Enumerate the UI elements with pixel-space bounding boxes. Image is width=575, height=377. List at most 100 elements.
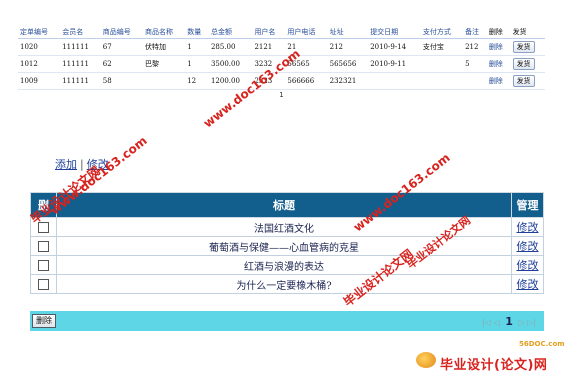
order-id: 1009 [18,72,61,90]
send-button[interactable]: 发货 [512,75,535,87]
row-checkbox[interactable] [38,221,49,233]
product-name: 伏特加 [142,38,186,56]
col-qty: 数量 [185,26,209,39]
total: 1200.00 [208,72,253,90]
user: 3232 [252,55,286,73]
edit-article-link[interactable]: 修改 [517,221,539,234]
delete-link[interactable]: 删除 [486,72,511,90]
select-cell [30,255,57,275]
articles-header-row: 删 标题 管理 [30,192,544,218]
note: 5 [463,55,487,73]
phone: 56565 [285,55,328,73]
date: 2010-9-11 [368,55,421,73]
articles-pager: |◁ ◁ 1 ▷ ▷| [482,315,536,328]
product-id: 62 [100,55,143,73]
table-row: 葡萄酒与保健——心血管病的克星 修改 [30,236,544,256]
article-title: 法国红酒文化 [56,217,512,237]
delete-link[interactable]: 删除 [486,55,511,73]
article-title: 红酒与浪漫的表达 [56,255,512,275]
table-row: 法国红酒文化 修改 [30,217,544,237]
prev-page-icon[interactable]: ◁ [494,318,500,327]
edit-article-link[interactable]: 修改 [517,240,539,253]
select-cell [30,236,57,256]
manage-cell: 修改 [511,255,544,275]
manage-cell: 修改 [511,274,544,294]
col-total: 总金额 [208,26,253,39]
orders-pager[interactable]: 1 [18,91,545,99]
product-id: 67 [100,38,143,56]
table-row: 为什么一定要橡木桶? 修改 [30,274,544,294]
first-page-icon[interactable]: |◁ [482,318,491,327]
delete-link[interactable]: 删除 [486,38,511,56]
orders-table: 定单编号 会员名 商品编号 商品名称 数量 总金额 用户名 用户电话 址址 提交… [18,26,545,90]
select-cell [30,217,57,237]
qty: 12 [185,72,209,90]
phone: 21 [285,38,328,56]
action-links: 添加 | 修改 [55,156,109,172]
date: 2010-9-14 [368,38,421,56]
article-title: 葡萄酒与保健——心血管病的克星 [56,236,512,256]
table-row: 1012 111111 62 巴黎 1 3500.00 3232 56565 5… [18,55,545,73]
col-send: 发货 [510,26,545,39]
next-page-icon[interactable]: ▷ [518,318,524,327]
member: 111111 [60,55,101,73]
col-delete: 删除 [486,26,511,39]
send-button[interactable]: 发货 [512,58,535,70]
payment: 支付宝 [420,38,464,56]
edit-article-link[interactable]: 修改 [517,278,539,291]
col-title: 标题 [56,192,512,218]
send-cell: 发货 [510,38,545,56]
col-user: 用户名 [252,26,286,39]
qty: 1 [185,38,209,56]
member: 111111 [60,72,101,90]
total: 3500.00 [208,55,253,73]
payment [420,55,464,73]
phone: 566666 [285,72,328,90]
logo-small-text: 56DOC.com [519,340,565,348]
user: 2121 [252,38,286,56]
col-member: 会员名 [60,26,101,39]
product-name [142,72,186,90]
logo-text: 毕业设计(论文)网 [440,358,548,373]
add-link[interactable]: 添加 [55,158,77,171]
address: 232321 [327,72,369,90]
col-select: 删 [30,192,57,218]
send-cell: 发货 [510,72,545,90]
delete-button[interactable]: 删除 [32,314,56,328]
col-note: 备注 [463,26,487,39]
articles-table: 删 标题 管理 法国红酒文化 修改 葡萄酒与保健——心血管病的克星 修改 红酒与… [30,192,544,294]
qty: 1 [185,55,209,73]
table-row: 红酒与浪漫的表达 修改 [30,255,544,275]
link-separator: | [80,158,84,171]
table-row: 1009 111111 58 12 1200.00 2323 566666 23… [18,72,545,90]
article-title: 为什么一定要橡木桶? [56,274,512,294]
current-page: 1 [505,315,513,328]
orders-header-row: 定单编号 会员名 商品编号 商品名称 数量 总金额 用户名 用户电话 址址 提交… [18,26,545,39]
note: 212 [463,38,487,56]
footer-bar: 删除 |◁ ◁ 1 ▷ ▷| [30,311,544,331]
order-id: 1012 [18,55,61,73]
user: 2323 [252,72,286,90]
logo-icon [416,352,436,368]
col-order-id: 定单编号 [18,26,61,39]
payment [420,72,464,90]
note [463,72,487,90]
col-date: 提交日期 [368,26,421,39]
member: 111111 [60,38,101,56]
row-checkbox[interactable] [38,259,49,271]
edit-article-link[interactable]: 修改 [517,259,539,272]
col-phone: 用户电话 [285,26,328,39]
col-product-name: 商品名称 [142,26,186,39]
address: 565656 [327,55,369,73]
send-cell: 发货 [510,55,545,73]
address: 212 [327,38,369,56]
edit-link[interactable]: 修改 [87,158,109,171]
send-button[interactable]: 发货 [512,41,535,53]
row-checkbox[interactable] [38,240,49,252]
manage-cell: 修改 [511,217,544,237]
date [368,72,421,90]
col-address: 址址 [327,26,369,39]
last-page-icon[interactable]: ▷| [527,318,536,327]
order-id: 1020 [18,38,61,56]
row-checkbox[interactable] [38,278,49,290]
